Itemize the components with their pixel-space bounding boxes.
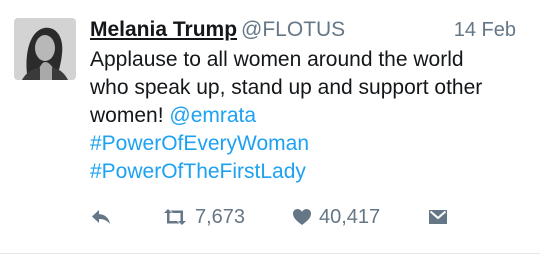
retweet-button[interactable]: 7,673 [162,200,245,234]
tweet-text: Applause to all women around the world w… [90,46,530,186]
author-handle[interactable]: @FLOTUS [241,18,345,41]
hashtag-link[interactable]: #PowerOfEveryWoman [90,130,530,158]
tweet-text-line: Applause to all women around the world [90,48,464,71]
retweet-icon [162,207,188,227]
tweet-header: Melania Trump @FLOTUS 14 Feb [90,14,530,46]
like-button[interactable]: 40,417 [292,200,380,234]
direct-message-icon [428,209,448,225]
tweet-date[interactable]: 14 Feb [454,14,516,46]
hashtag-link[interactable]: #PowerOfTheFirstLady [90,158,530,186]
divider [0,253,540,254]
reply-icon [90,208,112,226]
direct-message-button[interactable] [428,200,448,234]
tweet-card[interactable]: Melania Trump @FLOTUS 14 Feb Applause to … [0,0,540,256]
tweet-text-line: women! @emrata [90,102,530,130]
tweet-text-line: who speak up, stand up and support other [90,76,483,99]
tweet-actions: 7,673 40,417 [90,200,530,234]
mention-link[interactable]: @emrata [169,104,256,127]
avatar[interactable] [14,18,76,80]
author-display-name[interactable]: Melania Trump [90,18,237,41]
retweet-count: 7,673 [195,205,246,228]
tweet-text-fragment: women! [90,104,170,127]
reply-button[interactable] [90,200,112,234]
heart-icon [292,208,312,226]
like-count: 40,417 [319,205,381,228]
